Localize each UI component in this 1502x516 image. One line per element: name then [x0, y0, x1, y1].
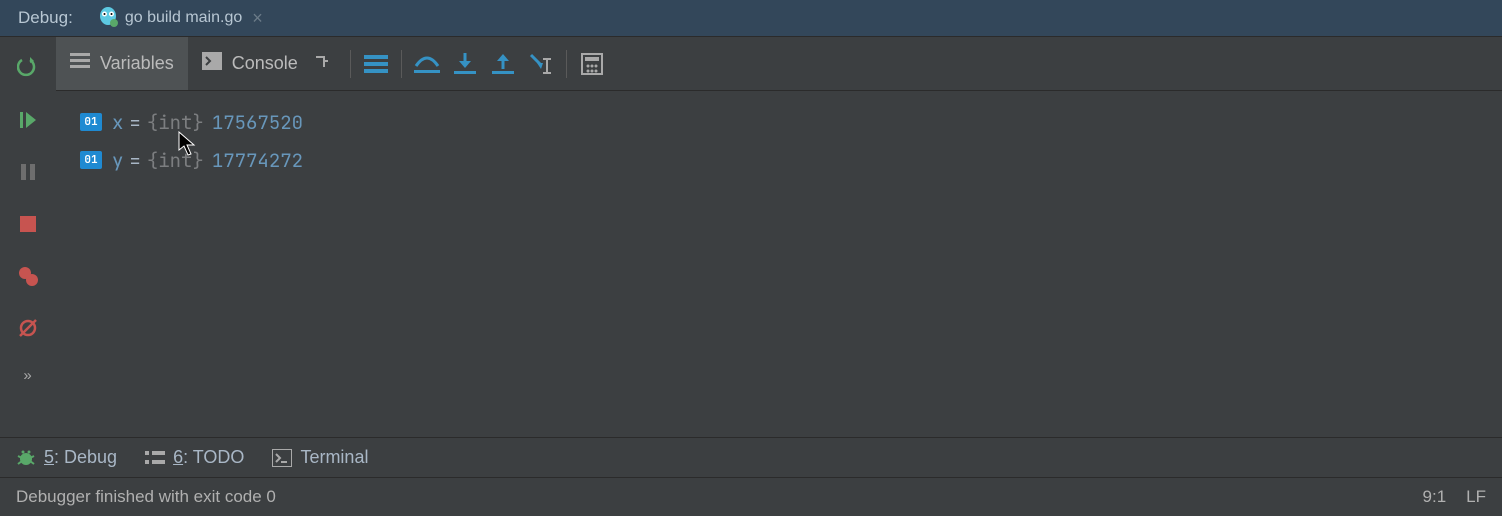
- resume-button[interactable]: [15, 107, 41, 133]
- debug-body: » Variables Console: [0, 37, 1502, 437]
- variable-name: x: [112, 110, 123, 135]
- gopher-icon: [97, 5, 119, 32]
- tool-window-bar: 5: Debug 6: TODO Terminal: [0, 437, 1502, 477]
- status-message: Debugger finished with exit code 0: [16, 487, 276, 507]
- debug-config-tab[interactable]: go build main.go ×: [91, 0, 273, 36]
- caret-position[interactable]: 9:1: [1423, 487, 1447, 507]
- variables-tab-label: Variables: [100, 53, 174, 74]
- todo-toolwin-key: 6: [173, 447, 183, 467]
- bug-icon: [16, 448, 36, 468]
- debug-config-title: go build main.go: [125, 9, 242, 27]
- equals: =: [129, 110, 140, 135]
- pane-header: Variables Console: [56, 37, 1502, 91]
- terminal-icon: [272, 449, 292, 467]
- pin-icon[interactable]: [314, 53, 330, 74]
- variable-type: {int}: [147, 110, 204, 135]
- equals: =: [129, 148, 140, 173]
- list-icon: [70, 53, 90, 74]
- debug-toolwin-button[interactable]: 5: Debug: [16, 447, 117, 468]
- console-tab[interactable]: Console: [188, 37, 344, 90]
- debug-toolwin-label: : Debug: [54, 447, 117, 467]
- variable-row[interactable]: 01 y = {int} 17774272: [80, 141, 1478, 179]
- primitive-icon: 01: [80, 113, 102, 131]
- show-execution-point-button[interactable]: [357, 37, 395, 91]
- status-bar: Debugger finished with exit code 0 9:1 L…: [0, 477, 1502, 515]
- terminal-toolwin-label: Terminal: [300, 447, 368, 468]
- todo-icon: [145, 450, 165, 466]
- line-separator[interactable]: LF: [1466, 487, 1486, 507]
- close-tab-icon[interactable]: ×: [252, 8, 263, 29]
- pause-button[interactable]: [15, 159, 41, 185]
- variable-type: {int}: [147, 148, 204, 173]
- debug-left-rail: »: [0, 37, 56, 437]
- primitive-icon: 01: [80, 151, 102, 169]
- variable-value: 17567520: [212, 110, 303, 135]
- variables-list: 01 x = {int} 17567520 01 y = {int} 17774…: [56, 91, 1502, 191]
- mute-breakpoints-button[interactable]: [15, 315, 41, 341]
- step-into-button[interactable]: [446, 37, 484, 91]
- console-icon: [202, 52, 222, 75]
- debug-toolwin-key: 5: [44, 447, 54, 467]
- terminal-toolwin-button[interactable]: Terminal: [272, 447, 368, 468]
- variable-row[interactable]: 01 x = {int} 17567520: [80, 103, 1478, 141]
- rerun-button[interactable]: [15, 55, 41, 81]
- view-breakpoints-button[interactable]: [15, 263, 41, 289]
- step-over-button[interactable]: [408, 37, 446, 91]
- debug-topbar: Debug: go build main.go ×: [0, 0, 1502, 37]
- debug-label: Debug:: [0, 8, 91, 28]
- separator: [566, 50, 567, 78]
- variable-value: 17774272: [212, 148, 303, 173]
- variable-name: y: [112, 148, 123, 173]
- stop-button[interactable]: [15, 211, 41, 237]
- todo-toolwin-button[interactable]: 6: TODO: [145, 447, 244, 468]
- run-to-cursor-button[interactable]: [522, 37, 560, 91]
- variables-tab[interactable]: Variables: [56, 37, 188, 90]
- console-tab-label: Console: [232, 53, 298, 74]
- more-actions-icon[interactable]: »: [23, 367, 32, 384]
- step-out-button[interactable]: [484, 37, 522, 91]
- todo-toolwin-label: : TODO: [183, 447, 244, 467]
- separator: [350, 50, 351, 78]
- separator: [401, 50, 402, 78]
- evaluate-expression-button[interactable]: [573, 37, 611, 91]
- debug-content: Variables Console: [56, 37, 1502, 437]
